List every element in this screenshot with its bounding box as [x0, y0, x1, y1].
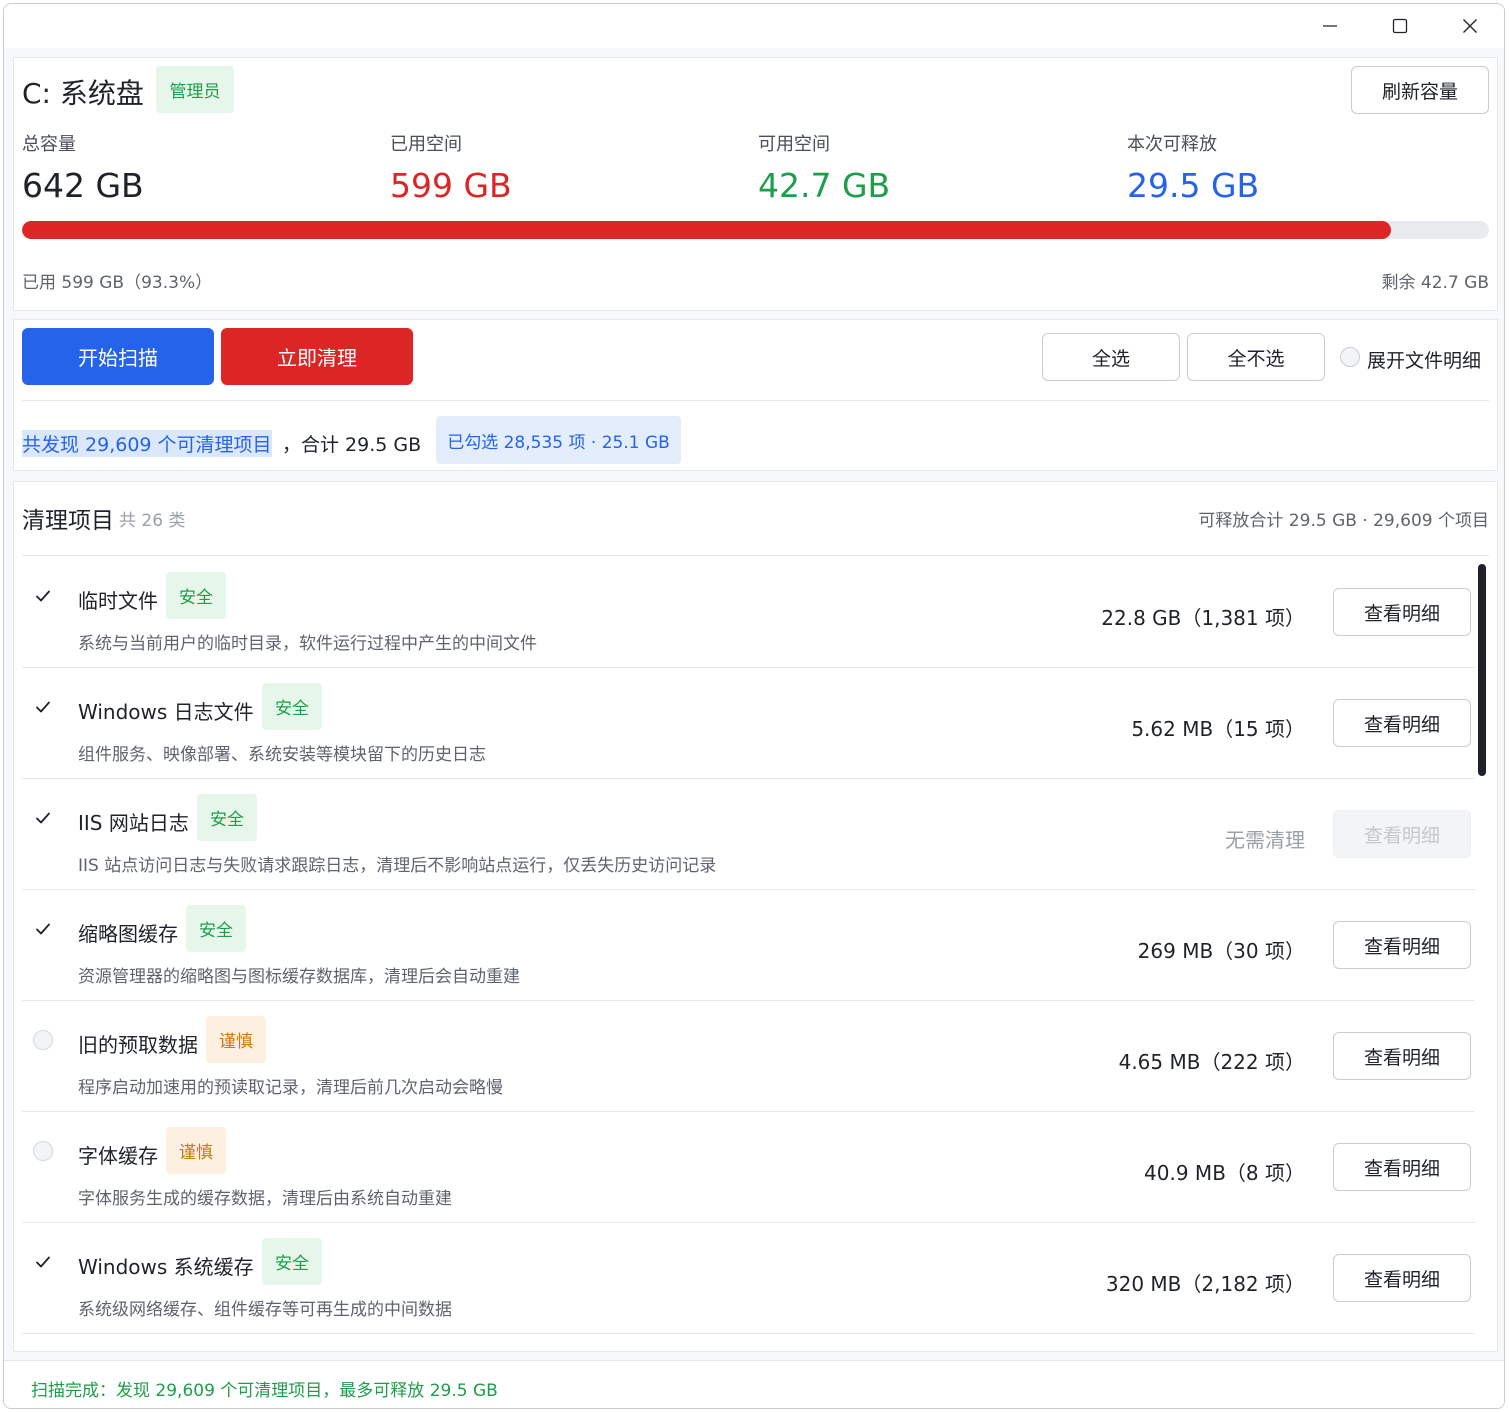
actions-panel: 开始扫描 立即清理 全选 全不选 展开文件明细 共发现 29,609 个可清理项… [13, 319, 1498, 471]
clean-now-button[interactable]: 立即清理 [221, 328, 413, 385]
refresh-capacity-button[interactable]: 刷新容量 [1351, 66, 1489, 114]
free-space-value: 42.7 GB [758, 166, 891, 205]
status-bar: 扫描完成：发现 29,609 个可清理项目，最多可释放 29.5 GB [4, 1360, 1504, 1408]
cleanup-item-row: Windows 系统缓存 安全系统级网络缓存、组件缓存等可再生成的中间数据 320 … [22, 1223, 1475, 1334]
view-details-button[interactable]: 查看明细 [1333, 921, 1471, 969]
drive-panel: C: 系统盘 管理员 刷新容量 总容量 642 GB 已用空间 599 GB 可… [13, 57, 1498, 311]
cleanup-item-row: 缩略图缓存 安全资源管理器的缩略图与图标缓存数据库，清理后会自动重建 269 MB（… [22, 890, 1475, 1001]
view-details-button[interactable]: 查看明细 [1333, 699, 1471, 747]
found-total-text: ，合计 29.5 GB [282, 434, 422, 456]
list-scrollbar-thumb[interactable] [1478, 564, 1486, 776]
minimize-icon [1323, 25, 1337, 27]
risk-badge: 安全 [197, 794, 257, 841]
item-name: Windows 系统缓存 [78, 1255, 254, 1279]
app-window: C: 系统盘 管理员 刷新容量 总容量 642 GB 已用空间 599 GB 可… [3, 3, 1505, 1409]
risk-badge: 安全 [186, 905, 246, 952]
admin-badge: 管理员 [156, 66, 234, 113]
usage-progress-bar [22, 221, 1489, 239]
checkmark-icon [36, 812, 50, 824]
item-size: 320 MB（2,182 项） [1105, 1272, 1305, 1296]
item-description: 资源管理器的缩略图与图标缓存数据库，清理后会自动重建 [78, 967, 520, 987]
remaining-summary: 剩余 42.7 GB [1381, 273, 1490, 293]
item-name: 缩略图缓存 [78, 922, 178, 946]
unchecked-circle-icon [33, 1030, 53, 1050]
risk-badge: 安全 [166, 572, 226, 619]
item-size: 4.65 MB（222 项） [1118, 1050, 1305, 1074]
item-checkbox[interactable] [32, 1251, 54, 1273]
found-items-text: 共发现 29,609 个可清理项目 [22, 430, 272, 457]
risk-badge: 安全 [262, 683, 322, 730]
item-checkbox[interactable] [32, 807, 54, 829]
item-size: 无需清理 [1225, 828, 1305, 852]
item-description: 组件服务、映像部署、系统安装等模块留下的历史日志 [78, 745, 486, 765]
view-details-button: 查看明细 [1333, 810, 1471, 858]
used-space-label: 已用空间 [390, 134, 462, 155]
status-text: 扫描完成：发现 29,609 个可清理项目，最多可释放 29.5 GB [31, 1381, 498, 1401]
select-none-button[interactable]: 全不选 [1187, 333, 1325, 381]
item-size: 22.8 GB（1,381 项） [1101, 606, 1305, 630]
checkmark-icon [36, 590, 50, 602]
list-summary: 可释放合计 29.5 GB · 29,609 个项目 [1198, 511, 1489, 531]
item-description: 系统级网络缓存、组件缓存等可再生成的中间数据 [78, 1300, 452, 1320]
unchecked-circle-icon [33, 1141, 53, 1161]
list-count: 共 26 类 [119, 511, 186, 531]
item-description: 字体服务生成的缓存数据，清理后由系统自动重建 [78, 1189, 452, 1209]
item-description: 程序启动加速用的预读取记录，清理后前几次启动会略慢 [78, 1078, 503, 1098]
cleanup-item-row: 临时文件 安全系统与当前用户的临时目录，软件运行过程中产生的中间文件 22.8 GB… [22, 557, 1475, 668]
divider [22, 400, 1489, 401]
item-checkbox[interactable] [32, 1029, 54, 1051]
used-summary: 已用 599 GB（93.3%） [22, 273, 213, 293]
item-size: 40.9 MB（8 项） [1144, 1161, 1305, 1185]
view-details-button[interactable]: 查看明细 [1333, 1254, 1471, 1302]
maximize-icon [1392, 18, 1408, 34]
total-capacity-value: 642 GB [22, 166, 144, 205]
view-details-button[interactable]: 查看明细 [1333, 1032, 1471, 1080]
checkmark-icon [36, 1256, 50, 1268]
item-name: 字体缓存 [78, 1144, 158, 1168]
releasable-value: 29.5 GB [1127, 166, 1260, 205]
cleanup-item-row: IIS 网站日志 安全 IIS 站点访问日志与失败请求跟踪日志，清理后不影响站点运行… [22, 779, 1475, 890]
total-capacity-label: 总容量 [22, 134, 76, 155]
cleanup-item-row: 字体缓存 谨慎字体服务生成的缓存数据，清理后由系统自动重建 40.9 MB（8 项）… [22, 1112, 1475, 1223]
item-checkbox[interactable] [32, 1140, 54, 1162]
item-name: 旧的预取数据 [78, 1033, 198, 1057]
title-bar [4, 4, 1504, 48]
checkmark-icon [36, 701, 50, 713]
item-size: 269 MB（30 项） [1137, 939, 1305, 963]
item-name: IIS 网站日志 [78, 811, 189, 835]
selected-summary-badge: 已勾选 28,535 项 · 25.1 GB [436, 416, 681, 464]
usage-progress-fill [22, 221, 1391, 239]
list-title: 清理项目 [22, 508, 114, 534]
cleanup-list-panel: 清理项目 共 26 类 可释放合计 29.5 GB · 29,609 个项目 临… [13, 481, 1498, 1352]
risk-badge: 谨慎 [206, 1016, 266, 1063]
item-size: 5.62 MB（15 项） [1131, 717, 1305, 741]
select-all-button[interactable]: 全选 [1042, 333, 1180, 381]
item-checkbox[interactable] [32, 918, 54, 940]
item-name: Windows 日志文件 [78, 700, 254, 724]
minimize-button[interactable] [1295, 4, 1365, 48]
view-details-button[interactable]: 查看明细 [1333, 588, 1471, 636]
expand-details-toggle[interactable] [1340, 347, 1360, 367]
item-description: IIS 站点访问日志与失败请求跟踪日志，清理后不影响站点运行，仅丢失历史访问记录 [78, 856, 717, 876]
risk-badge: 谨慎 [166, 1127, 226, 1174]
item-checkbox[interactable] [32, 696, 54, 718]
divider [22, 555, 1489, 556]
maximize-button[interactable] [1365, 4, 1435, 48]
item-checkbox[interactable] [32, 585, 54, 607]
close-button[interactable] [1435, 4, 1504, 48]
cleanup-item-row: 旧的预取数据 谨慎程序启动加速用的预读取记录，清理后前几次启动会略慢 4.65 MB… [22, 1001, 1475, 1112]
risk-badge: 安全 [262, 1238, 322, 1285]
start-scan-button[interactable]: 开始扫描 [22, 328, 214, 385]
checkmark-icon [36, 923, 50, 935]
cleanup-item-row: Windows 日志文件 安全组件服务、映像部署、系统安装等模块留下的历史日志 5.… [22, 668, 1475, 779]
used-space-value: 599 GB [390, 166, 512, 205]
drive-title: C: 系统盘 [22, 77, 144, 110]
item-name: 临时文件 [78, 589, 158, 613]
releasable-label: 本次可释放 [1127, 134, 1217, 155]
view-details-button[interactable]: 查看明细 [1333, 1143, 1471, 1191]
item-description: 系统与当前用户的临时目录，软件运行过程中产生的中间文件 [78, 634, 537, 654]
close-icon [1463, 19, 1477, 33]
expand-details-label[interactable]: 展开文件明细 [1367, 346, 1481, 373]
free-space-label: 可用空间 [758, 134, 830, 155]
